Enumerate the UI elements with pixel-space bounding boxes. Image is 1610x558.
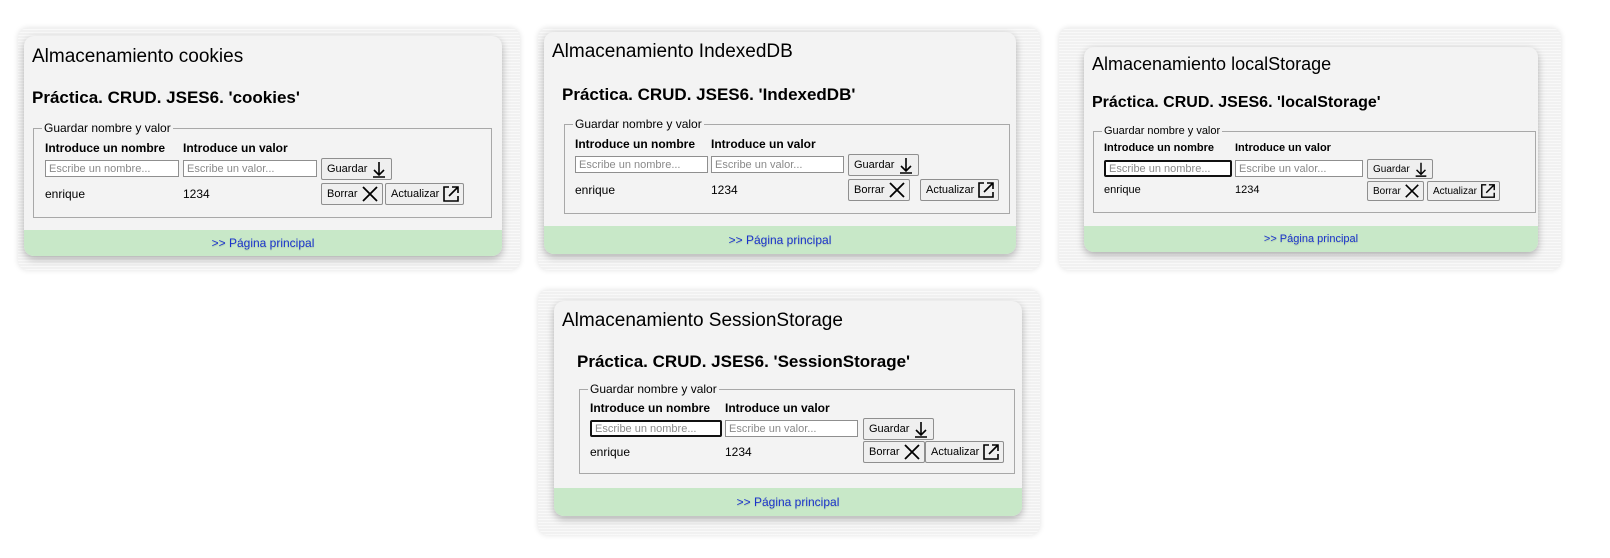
- external-link-icon: [977, 181, 995, 199]
- fieldset-legend: Guardar nombre y valor: [573, 117, 704, 131]
- home-link[interactable]: >> Página principal: [1264, 233, 1358, 245]
- panel-card-cookies: Almacenamiento cookies Práctica. CRUD. J…: [24, 36, 502, 256]
- x-mark-icon: [903, 443, 921, 461]
- value-input[interactable]: [725, 420, 858, 437]
- name-label: Introduce un nombre: [1104, 142, 1214, 154]
- footer-bar: >> Página principal: [544, 226, 1016, 254]
- page-title: Almacenamiento IndexedDB: [552, 41, 793, 62]
- fieldset-legend: Guardar nombre y valor: [1102, 125, 1223, 137]
- panel-card-indexeddb: Almacenamiento IndexedDB Práctica. CRUD.…: [544, 32, 1016, 254]
- value-label: Introduce un valor: [1235, 142, 1331, 154]
- save-button-label: Guardar: [327, 163, 368, 175]
- x-mark-icon: [888, 181, 906, 199]
- page-title: Almacenamiento localStorage: [1092, 54, 1332, 74]
- delete-button-label: Borrar: [327, 188, 358, 200]
- delete-button[interactable]: Borrar: [848, 179, 910, 201]
- x-mark-icon: [361, 185, 379, 203]
- save-button[interactable]: Guardar: [863, 418, 935, 440]
- panel-card-sessionstorage: Almacenamiento SessionStorage Práctica. …: [554, 301, 1022, 516]
- record-name: enrique: [575, 183, 616, 197]
- name-input[interactable]: [1104, 160, 1232, 177]
- value-input[interactable]: [183, 160, 317, 177]
- panel-frame-indexeddb: Almacenamiento IndexedDB Práctica. CRUD.…: [538, 28, 1040, 270]
- value-label: Introduce un valor: [183, 141, 288, 155]
- update-button[interactable]: Actualizar: [925, 441, 1005, 463]
- external-link-icon: [982, 443, 1000, 461]
- home-link[interactable]: >> Página principal: [729, 233, 832, 247]
- name-label: Introduce un nombre: [45, 141, 165, 155]
- arrow-down-icon: [1413, 161, 1429, 177]
- page-title: Almacenamiento SessionStorage: [562, 310, 843, 331]
- delete-button-label: Borrar: [854, 184, 885, 196]
- practice-heading: Práctica. CRUD. JSES6. 'localStorage': [1092, 94, 1381, 111]
- record-value: 1234: [711, 183, 738, 197]
- footer-bar: >> Página principal: [554, 488, 1022, 516]
- home-link[interactable]: >> Página principal: [212, 236, 315, 250]
- practice-heading: Práctica. CRUD. JSES6. 'SessionStorage': [577, 352, 911, 371]
- save-button[interactable]: Guardar: [1367, 159, 1433, 179]
- value-label: Introduce un valor: [711, 137, 816, 151]
- delete-button-label: Borrar: [869, 446, 900, 458]
- footer-bar: >> Página principal: [1084, 226, 1538, 252]
- update-button-label: Actualizar: [391, 188, 440, 200]
- update-button[interactable]: Actualizar: [385, 183, 465, 205]
- delete-button[interactable]: Borrar: [863, 441, 925, 463]
- value-input[interactable]: [1235, 160, 1363, 177]
- home-link[interactable]: >> Página principal: [737, 495, 840, 509]
- update-button-label: Actualizar: [1433, 185, 1477, 197]
- panel-card-localstorage: Almacenamiento localStorage Práctica. CR…: [1084, 47, 1538, 252]
- name-input[interactable]: [45, 160, 179, 177]
- arrow-down-icon: [897, 156, 915, 174]
- save-button[interactable]: Guardar: [321, 158, 393, 180]
- fieldset-legend: Guardar nombre y valor: [42, 121, 173, 135]
- name-label: Introduce un nombre: [590, 401, 710, 415]
- delete-button[interactable]: Borrar: [1367, 181, 1424, 201]
- record-name: enrique: [45, 187, 86, 201]
- name-input[interactable]: [590, 420, 722, 437]
- delete-button-label: Borrar: [1373, 185, 1401, 197]
- save-button-label: Guardar: [1373, 163, 1410, 175]
- arrow-down-icon: [370, 160, 388, 178]
- save-button-label: Guardar: [869, 423, 910, 435]
- update-button-label: Actualizar: [931, 446, 980, 458]
- save-button-label: Guardar: [854, 159, 895, 171]
- fieldset-legend: Guardar nombre y valor: [588, 382, 719, 396]
- save-fieldset: Guardar nombre y valor Introduce un nomb…: [1093, 125, 1536, 213]
- panel-frame-sessionstorage: Almacenamiento SessionStorage Práctica. …: [538, 290, 1040, 535]
- practice-heading: Práctica. CRUD. JSES6. 'cookies': [32, 88, 300, 107]
- save-fieldset: Guardar nombre y valor Introduce un nomb…: [33, 121, 492, 218]
- name-input[interactable]: [575, 156, 708, 173]
- x-mark-icon: [1404, 183, 1420, 199]
- name-label: Introduce un nombre: [575, 137, 695, 151]
- external-link-icon: [442, 185, 460, 203]
- record-name: enrique: [590, 445, 631, 459]
- save-fieldset: Guardar nombre y valor Introduce un nomb…: [579, 382, 1015, 474]
- delete-button[interactable]: Borrar: [321, 183, 383, 205]
- update-button[interactable]: Actualizar: [1427, 181, 1500, 201]
- save-button[interactable]: Guardar: [848, 154, 920, 176]
- update-button-label: Actualizar: [926, 184, 975, 196]
- external-link-icon: [1480, 183, 1496, 199]
- value-label: Introduce un valor: [725, 401, 830, 415]
- panel-frame-cookies: Almacenamiento cookies Práctica. CRUD. J…: [18, 28, 520, 270]
- page-title: Almacenamiento cookies: [32, 46, 244, 67]
- value-input[interactable]: [711, 156, 844, 173]
- record-value: 1234: [1235, 184, 1260, 196]
- save-fieldset: Guardar nombre y valor Introduce un nomb…: [564, 117, 1010, 214]
- footer-bar: >> Página principal: [24, 230, 502, 256]
- record-value: 1234: [725, 445, 752, 459]
- practice-heading: Práctica. CRUD. JSES6. 'IndexedDB': [562, 85, 856, 104]
- record-value: 1234: [183, 187, 210, 201]
- panel-frame-localstorage: Almacenamiento localStorage Práctica. CR…: [1059, 28, 1561, 270]
- record-name: enrique: [1104, 184, 1141, 196]
- arrow-down-icon: [912, 420, 930, 438]
- update-button[interactable]: Actualizar: [920, 179, 1000, 201]
